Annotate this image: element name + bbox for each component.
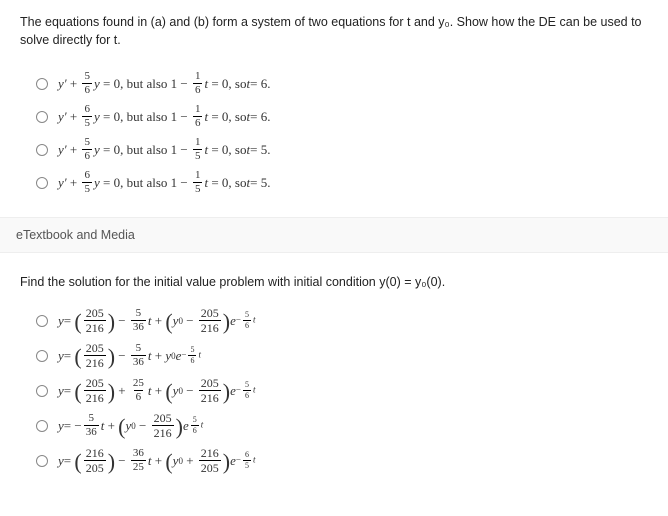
q1-option-2[interactable]: y′ + 65y = 0, but also 1 − 16t = 0, so t… (36, 104, 648, 129)
radio-icon[interactable] (36, 315, 48, 327)
q2-option-2[interactable]: y = (205216) − 536t + y0e−56t (36, 342, 648, 369)
radio-icon[interactable] (36, 111, 48, 123)
q2-option-4-expr: y = −536t + (y0 − 205216)e56t (58, 412, 203, 439)
q2-option-5[interactable]: y = (216205) − 3625t + (y0 + 216205)e−65… (36, 447, 648, 474)
q1-option-2-expr: y′ + 65y = 0, but also 1 − 16t = 0, so t… (58, 104, 270, 129)
q1-options: y′ + 56y = 0, but also 1 − 16t = 0, so t… (36, 71, 648, 195)
q1-option-4[interactable]: y′ + 65y = 0, but also 1 − 15t = 0, so t… (36, 170, 648, 195)
radio-icon[interactable] (36, 350, 48, 362)
q2-option-1-expr: y = (205216) − 536t + (y0 − 205216)e−56t (58, 307, 256, 334)
radio-icon[interactable] (36, 385, 48, 397)
radio-icon[interactable] (36, 177, 48, 189)
q1-option-1[interactable]: y′ + 56y = 0, but also 1 − 16t = 0, so t… (36, 71, 648, 96)
q1-option-3[interactable]: y′ + 56y = 0, but also 1 − 15t = 0, so t… (36, 137, 648, 162)
radio-icon[interactable] (36, 78, 48, 90)
q2-option-3-expr: y = (205216) + 256t + (y0 − 205216)e−56t (58, 377, 256, 404)
question2-prompt: Find the solution for the initial value … (20, 275, 648, 289)
q2-option-1[interactable]: y = (205216) − 536t + (y0 − 205216)e−56t (36, 307, 648, 334)
etextbook-media-link[interactable]: eTextbook and Media (0, 217, 668, 253)
q1-option-3-expr: y′ + 56y = 0, but also 1 − 15t = 0, so t… (58, 137, 270, 162)
radio-icon[interactable] (36, 144, 48, 156)
radio-icon[interactable] (36, 455, 48, 467)
q2-options: y = (205216) − 536t + (y0 − 205216)e−56t… (36, 307, 648, 474)
q2-option-2-expr: y = (205216) − 536t + y0e−56t (58, 342, 201, 369)
q2-option-5-expr: y = (216205) − 3625t + (y0 + 216205)e−65… (58, 447, 256, 474)
q1-option-1-expr: y′ + 56y = 0, but also 1 − 16t = 0, so t… (58, 71, 270, 96)
question1-prompt: The equations found in (a) and (b) form … (20, 14, 648, 49)
q1-option-4-expr: y′ + 65y = 0, but also 1 − 15t = 0, so t… (58, 170, 270, 195)
q2-option-3[interactable]: y = (205216) + 256t + (y0 − 205216)e−56t (36, 377, 648, 404)
radio-icon[interactable] (36, 420, 48, 432)
q2-option-4[interactable]: y = −536t + (y0 − 205216)e56t (36, 412, 648, 439)
